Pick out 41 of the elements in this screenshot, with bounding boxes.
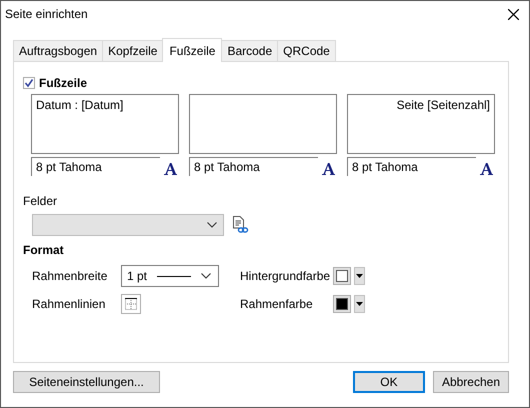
field-label: Rahmenlinien: [32, 297, 106, 311]
tab[interactable]: Auftragsbogen: [13, 40, 104, 61]
border-lines-button[interactable]: [121, 294, 141, 314]
window-title: Seite einrichten: [5, 7, 88, 21]
tab[interactable]: Barcode: [221, 40, 278, 61]
chevron-icon: [201, 273, 212, 279]
ok-button[interactable]: OK: [352, 371, 425, 393]
footer-text: Seite [Seitenzahl]: [396, 98, 490, 112]
field-label: Hintergrundfarbe: [240, 269, 332, 283]
field-label: Rahmenfarbe: [240, 297, 314, 311]
grid-icon: [125, 298, 137, 310]
text-area[interactable]: [189, 94, 337, 154]
field-label: Rahmenbreite: [32, 269, 108, 283]
dropdown-button[interactable]: [354, 267, 365, 285]
font-field[interactable]: 8 pt Tahoma: [189, 157, 318, 176]
tab[interactable]: Fußzeile: [162, 38, 222, 62]
font-icon[interactable]: [480, 163, 493, 175]
chevron-icon: [207, 222, 217, 228]
tab[interactable]: Kopfzeile: [102, 40, 164, 61]
color-swatch[interactable]: [333, 295, 351, 313]
text-area[interactable]: Seite [Seitenzahl]: [347, 94, 495, 154]
caret-icon: [356, 302, 363, 306]
close-icon[interactable]: [508, 8, 519, 20]
document-link-icon[interactable]: [232, 216, 249, 234]
font-field[interactable]: 8 pt Tahoma: [31, 157, 160, 176]
section-heading: Format: [23, 243, 65, 257]
font-icon[interactable]: [164, 163, 177, 175]
tab[interactable]: QRCode: [277, 40, 336, 61]
page-settings-button[interactable]: Seiteneinstellungen...: [13, 371, 160, 393]
font-icon[interactable]: [322, 163, 335, 175]
border-width-dropdown[interactable]: 1 pt: [121, 265, 219, 287]
caret-icon: [356, 274, 363, 278]
checkbox[interactable]: [23, 77, 35, 89]
footer-text: Datum : [Datum]: [36, 98, 124, 112]
text-area[interactable]: Datum : [Datum]: [31, 94, 179, 154]
font-field[interactable]: 8 pt Tahoma: [347, 157, 476, 176]
dropdown-button[interactable]: [354, 295, 365, 313]
checkbox-label: Fußzeile: [39, 76, 88, 90]
section-label: Felder: [23, 194, 58, 208]
cancel-button[interactable]: Abbrechen: [432, 371, 509, 393]
color-swatch[interactable]: [333, 267, 351, 285]
